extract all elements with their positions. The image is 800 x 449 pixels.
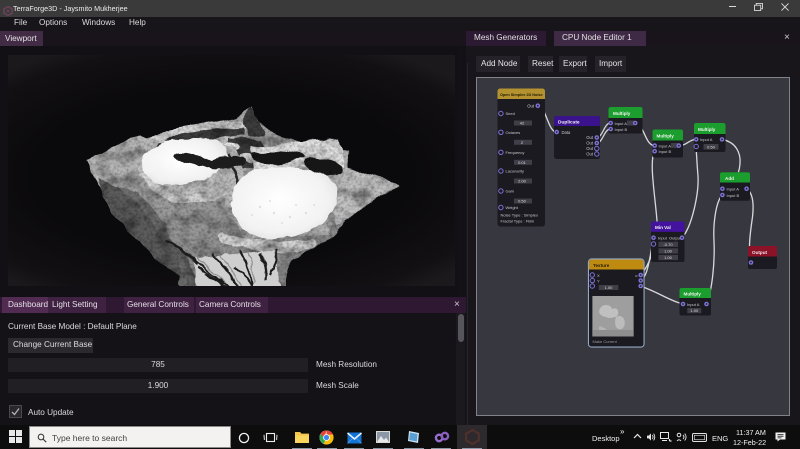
svg-text:Multiply: Multiply <box>613 111 631 116</box>
svg-text:Gain: Gain <box>506 189 514 194</box>
svg-text:Out: Out <box>586 135 594 140</box>
svg-text:1.00: 1.00 <box>690 308 699 313</box>
svg-text:Input B: Input B <box>615 127 628 132</box>
svg-text:Data: Data <box>562 130 572 135</box>
svg-text:Noise Type : Simplex: Noise Type : Simplex <box>501 213 539 218</box>
svg-text:-0.70: -0.70 <box>663 242 673 247</box>
svg-text:Min Val: Min Val <box>655 225 671 230</box>
svg-text:Out: Out <box>586 141 594 146</box>
svg-text:Y: Y <box>597 278 600 283</box>
svg-text:Input B: Input B <box>659 149 672 154</box>
svg-text:Input A: Input A <box>659 143 672 148</box>
svg-text:Out: Out <box>586 146 594 151</box>
svg-text:2.00: 2.00 <box>518 179 527 184</box>
svg-text:Out: Out <box>586 152 594 157</box>
svg-text:Input A: Input A <box>687 302 700 307</box>
svg-text:Octaves: Octaves <box>506 130 521 135</box>
svg-text:Frequency: Frequency <box>506 150 525 155</box>
svg-text:1.00: 1.00 <box>664 255 673 260</box>
svg-text:Input A: Input A <box>700 137 713 142</box>
svg-text:Open Simplex 2D Noise: Open Simplex 2D Noise <box>500 93 543 97</box>
svg-text:Output: Output <box>752 250 768 255</box>
svg-text:Input B: Input B <box>727 193 740 198</box>
svg-text:Multiply: Multiply <box>684 292 702 297</box>
svg-text:Duplicate: Duplicate <box>558 120 580 126</box>
svg-text:Multiply: Multiply <box>698 127 716 132</box>
svg-text:Weight: Weight <box>506 205 519 210</box>
svg-text:1.00: 1.00 <box>664 249 673 254</box>
svg-text:Multiply: Multiply <box>657 134 675 139</box>
svg-text:Input: Input <box>658 236 668 241</box>
svg-text:Lacunarity: Lacunarity <box>506 169 524 174</box>
svg-text:X: X <box>597 273 600 278</box>
svg-text:Input A: Input A <box>727 187 740 192</box>
svg-text:Add: Add <box>725 176 734 181</box>
svg-text:0.50: 0.50 <box>518 199 527 204</box>
svg-text:42: 42 <box>520 121 525 126</box>
svg-text:Input A: Input A <box>615 121 628 126</box>
svg-text:0.50: 0.50 <box>707 144 716 149</box>
svg-text:0.01: 0.01 <box>518 160 527 165</box>
svg-text:Texture: Texture <box>593 263 610 268</box>
svg-text:Make Current: Make Current <box>593 339 618 344</box>
svg-text:1.00: 1.00 <box>605 285 614 290</box>
svg-text:Out: Out <box>527 103 535 108</box>
svg-text:Seed: Seed <box>506 111 515 116</box>
svg-text:Fractal Type : FBm: Fractal Type : FBm <box>501 219 535 224</box>
